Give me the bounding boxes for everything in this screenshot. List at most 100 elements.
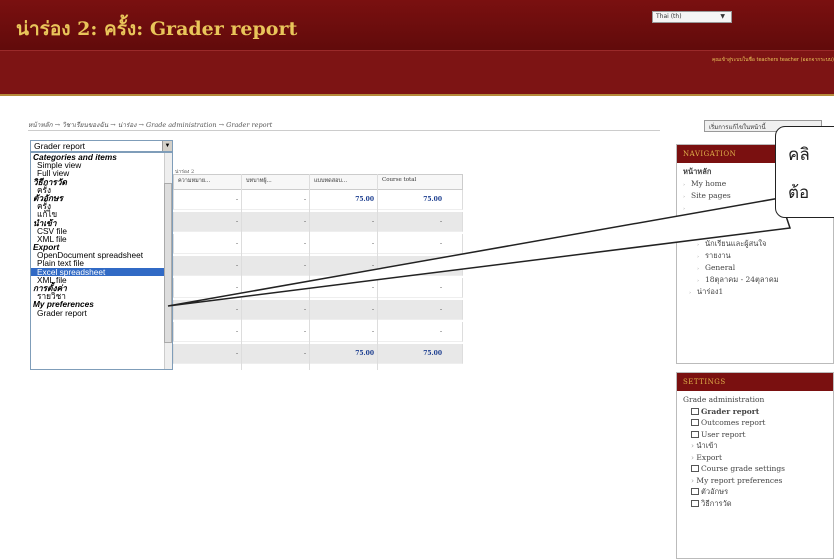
- settings-item-label: User report: [701, 429, 746, 439]
- report-icon: [691, 419, 699, 426]
- report-select[interactable]: Grader report ▼: [30, 140, 173, 152]
- grade-cell[interactable]: -: [198, 350, 238, 357]
- grade-cell[interactable]: -: [266, 284, 306, 291]
- settings-item[interactable]: › Export: [683, 452, 827, 464]
- page-header: น่าร่อง 2: ครั้ง: Grader report Thai (th…: [0, 0, 834, 96]
- table-row: ----: [173, 234, 463, 254]
- grade-cell[interactable]: -: [266, 262, 306, 269]
- settings-item[interactable]: › My report preferences: [683, 475, 827, 487]
- chevron-right-icon: ›: [689, 290, 691, 296]
- nav-item-label: Site pages: [691, 191, 731, 200]
- settings-item-label: Outcomes report: [701, 418, 766, 427]
- settings-item-label: วิธีการวัด: [701, 498, 732, 508]
- nav-item-label: นักเรียนและผู้สนใจ: [705, 239, 767, 248]
- divider: [28, 130, 660, 131]
- grade-cell[interactable]: -: [402, 218, 442, 225]
- grade-cell[interactable]: -: [266, 218, 306, 225]
- grade-cell[interactable]: -: [402, 306, 442, 313]
- grade-cell[interactable]: 75.00: [402, 350, 442, 357]
- language-select[interactable]: Thai (th) ▼: [652, 11, 732, 23]
- chevron-down-icon[interactable]: ▼: [162, 141, 172, 151]
- nav-item-label: 18ตุลาคม - 24ตุลาคม: [705, 275, 779, 284]
- scrollbar-thumb[interactable]: [164, 183, 172, 343]
- grade-cell[interactable]: -: [402, 284, 442, 291]
- grade-cell[interactable]: -: [198, 328, 238, 335]
- nav-item-label: General: [705, 263, 736, 272]
- settings-item[interactable]: ตัวอักษร: [683, 486, 827, 498]
- report-icon: [691, 430, 699, 438]
- table-row: - - 75.00 75.00: [173, 190, 463, 210]
- column-header[interactable]: ความหมาย...: [178, 177, 210, 185]
- report-icon: [691, 407, 699, 415]
- nav-item-label: น่าร่อง1: [697, 287, 724, 296]
- report-icon: [691, 488, 699, 495]
- grade-cell[interactable]: -: [334, 218, 374, 225]
- report-icon: [691, 465, 699, 472]
- settings-item[interactable]: Outcomes report: [683, 417, 827, 429]
- chevron-right-icon: ›: [683, 218, 685, 224]
- login-info: คุณเข้าสู่ระบบในชื่อ teachers teacher (อ…: [711, 57, 834, 63]
- nav-item[interactable]: › รายงาน: [683, 250, 827, 262]
- column-header[interactable]: แบบทดสอบ...: [314, 177, 347, 185]
- nav-item[interactable]: › น่าร่อง1: [683, 286, 827, 298]
- grade-cell[interactable]: -: [334, 328, 374, 335]
- grade-cell[interactable]: -: [266, 350, 306, 357]
- grade-cell[interactable]: 75.00: [334, 196, 374, 203]
- grade-table: น่าร่อง 2 ความหมาย... บทบาทผู้... แบบทดส…: [173, 160, 463, 372]
- table-header: ความหมาย... บทบาทผู้... แบบทดสอบ... Cour…: [173, 174, 463, 190]
- nav-item[interactable]: › 18ตุลาคม - 24ตุลาคม: [683, 274, 827, 286]
- option-group-label: ตัวอักษร: [33, 192, 63, 203]
- grade-cell[interactable]: -: [198, 262, 238, 269]
- grade-cell[interactable]: -: [334, 306, 374, 313]
- settings-item[interactable]: Course grade settings: [683, 463, 827, 475]
- grade-cell[interactable]: -: [266, 196, 306, 203]
- settings-item[interactable]: Grader report: [683, 406, 827, 418]
- settings-item-label: My report preferences: [696, 475, 783, 485]
- nav-item-label: น่าร่อง2: [699, 227, 726, 236]
- grade-cell[interactable]: -: [402, 328, 442, 335]
- page-title: น่าร่อง 2: ครั้ง: Grader report: [16, 18, 298, 40]
- grade-cell[interactable]: 75.00: [334, 350, 374, 357]
- nav-item-label: รายงาน: [705, 251, 731, 260]
- settings-item[interactable]: User report: [683, 429, 827, 441]
- report-dropdown-list[interactable]: Categories and items Simple view Full view…: [30, 152, 173, 370]
- settings-item-label: นำเข้า: [696, 441, 718, 450]
- grade-cell[interactable]: -: [334, 262, 374, 269]
- grade-cell[interactable]: -: [266, 240, 306, 247]
- grade-cell[interactable]: -: [266, 306, 306, 313]
- settings-item-label: Course grade settings: [701, 464, 786, 473]
- column-header[interactable]: Course total: [382, 177, 416, 183]
- table-row: - - 75.00 75.00: [173, 344, 463, 364]
- settings-item[interactable]: Grade administration: [683, 394, 827, 406]
- grade-cell[interactable]: 75.00: [402, 196, 442, 203]
- dropdown-option[interactable]: Grader report: [31, 308, 172, 316]
- table-row: ----: [173, 212, 463, 232]
- grade-cell[interactable]: -: [402, 262, 442, 269]
- column-divider: [309, 174, 310, 370]
- grade-cell[interactable]: -: [402, 240, 442, 247]
- grade-cell[interactable]: -: [198, 284, 238, 291]
- nav-item[interactable]: › นักเรียนและผู้สนใจ: [683, 238, 827, 250]
- grade-cell[interactable]: -: [266, 328, 306, 335]
- grade-cell[interactable]: -: [334, 240, 374, 247]
- nav-item[interactable]: › น่าร่อง2: [683, 226, 827, 238]
- nav-item-label: หน้าหลัก: [683, 167, 712, 176]
- breadcrumb[interactable]: หน้าหลัก → วิชาเรียนของฉัน → น่าร่อง → G…: [28, 120, 272, 130]
- grade-cell[interactable]: -: [198, 240, 238, 247]
- settings-item[interactable]: › นำเข้า: [683, 440, 827, 452]
- settings-item-label: Export: [696, 452, 723, 462]
- grade-cell[interactable]: -: [198, 218, 238, 225]
- grade-cell[interactable]: -: [198, 306, 238, 313]
- block-title: SETTINGS: [677, 373, 833, 391]
- option-group-label: วิธีการวัด: [33, 176, 67, 187]
- scrollbar[interactable]: [164, 153, 172, 369]
- grade-cell[interactable]: -: [198, 196, 238, 203]
- nav-item[interactable]: › General: [683, 262, 827, 274]
- callout-text: ต้อ: [788, 183, 810, 203]
- grade-cell[interactable]: -: [334, 284, 374, 291]
- settings-block: SETTINGS Grade administration Grader repo…: [676, 372, 834, 559]
- table-row: ----: [173, 278, 463, 298]
- settings-item[interactable]: วิธีการวัด: [683, 498, 827, 510]
- settings-item-label: Grade administration: [683, 395, 765, 404]
- column-header[interactable]: บทบาทผู้...: [246, 177, 272, 185]
